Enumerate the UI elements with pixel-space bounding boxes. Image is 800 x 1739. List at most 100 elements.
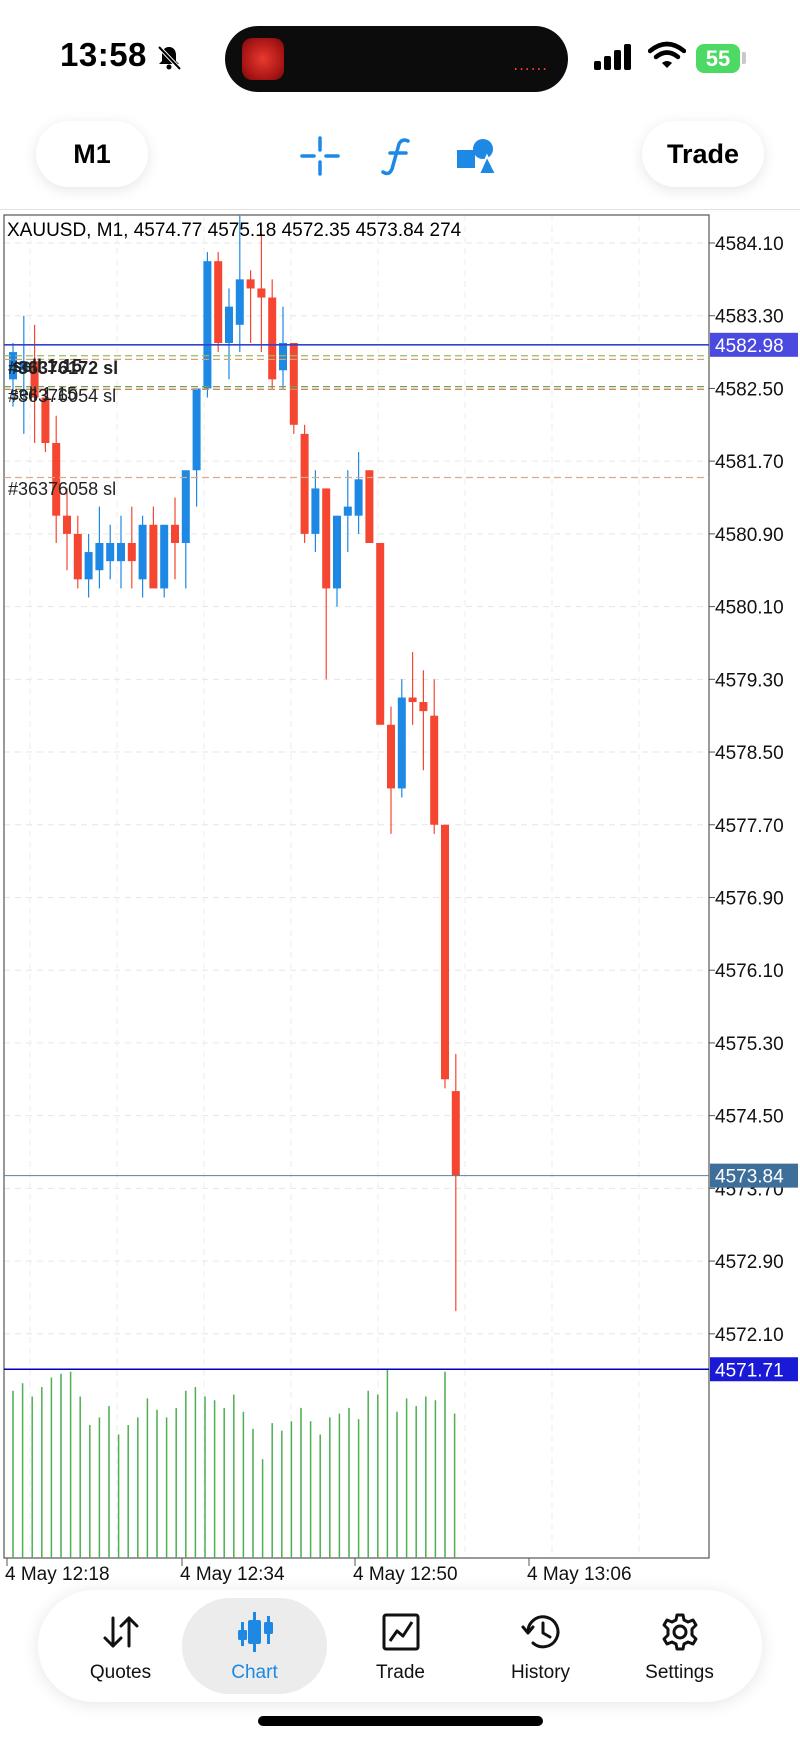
candle-body	[192, 388, 201, 471]
price-tick-label: 4576.10	[715, 961, 784, 982]
silent-bell-icon	[157, 45, 182, 71]
nav-label: History	[510, 1662, 571, 1683]
candle-body	[365, 470, 374, 543]
battery-indicator: 55	[696, 44, 740, 73]
nav-history[interactable]: History	[468, 1590, 613, 1702]
gear-icon	[660, 1612, 700, 1652]
candle-body	[397, 697, 406, 789]
nav-label: Settings	[645, 1662, 714, 1683]
candle-body	[451, 1091, 460, 1176]
candles	[9, 215, 460, 1312]
price-tick-label: 4581.70	[715, 452, 784, 473]
price-tick-label: 4582.50	[715, 379, 784, 400]
dynamic-island: ......	[225, 26, 568, 92]
candle-body	[225, 306, 233, 343]
time-tick-label: 4 May 12:34	[180, 1564, 285, 1585]
candle-body	[181, 470, 190, 543]
price-chart[interactable]: XAUUSD, M1, 4574.77 4575.18 4572.35 4573…	[0, 210, 800, 1590]
chart-plot-frame	[3, 214, 710, 1559]
nav-settings[interactable]: Settings	[607, 1590, 752, 1702]
nav-trade[interactable]: Trade	[328, 1590, 473, 1702]
candle-body	[63, 515, 71, 534]
island-indicator: ......	[513, 56, 548, 74]
price-tick-label: 4583.30	[715, 307, 784, 328]
bottom-nav: Quotes Chart Trade History Settings	[38, 1590, 762, 1702]
candle-body	[138, 524, 147, 580]
candle-body	[430, 715, 439, 825]
price-tick-label: 4574.50	[715, 1107, 784, 1128]
candle-body	[84, 552, 93, 580]
cellular-signal-icon	[594, 44, 631, 70]
candle-body	[408, 697, 417, 703]
time-tick-label: 4 May 13:06	[527, 1564, 632, 1585]
order-label: #36376058 sl	[8, 479, 116, 499]
candle-body	[441, 824, 449, 1080]
price-tick-label: 4580.10	[715, 598, 784, 619]
candle-body	[387, 724, 395, 789]
nav-chart[interactable]: Chart	[182, 1598, 327, 1694]
time-axis: 4 May 12:18 4 May 12:34 4 May 12:50 4 May 1…	[5, 1558, 632, 1585]
time-tick-label: 4 May 12:18	[5, 1564, 110, 1585]
price-badge-label: 4571.71	[715, 1360, 784, 1381]
chart-header: XAUUSD, M1, 4574.77 4575.18 4572.35 4573…	[7, 220, 462, 241]
price-tick-label: 4580.90	[715, 525, 784, 546]
chart-grid	[4, 215, 709, 1558]
candle-body	[246, 279, 255, 289]
candle-body	[203, 261, 212, 389]
home-indicator	[258, 1716, 543, 1726]
candle-body	[268, 297, 277, 380]
price-tick-label: 4579.30	[715, 670, 784, 691]
objects-icon[interactable]	[448, 128, 504, 184]
candle-body	[127, 542, 136, 562]
candle-body	[322, 488, 331, 589]
crosshair-icon[interactable]	[292, 128, 348, 184]
app-activity-icon	[242, 38, 284, 80]
order-label: sell 1.15	[10, 384, 77, 404]
candle-body	[354, 479, 363, 516]
price-axis: 4584.10 4583.30 4582.50 4581.70 4580.90 4580.…	[709, 234, 798, 1382]
candle-body	[149, 524, 158, 589]
candle-body	[300, 433, 309, 534]
price-badge-label: 4573.84	[715, 1167, 784, 1188]
order-label: sell 1.15	[12, 356, 82, 376]
candle-body	[257, 288, 266, 298]
price-tick-label: 4575.30	[715, 1034, 784, 1055]
candle-body	[311, 488, 320, 534]
candle-body	[106, 542, 115, 562]
quotes-arrows-icon	[101, 1612, 141, 1652]
candle-body	[376, 542, 385, 725]
price-tick-label: 4572.90	[715, 1252, 784, 1273]
timeframe-button[interactable]: M1	[36, 121, 148, 187]
nav-label: Trade	[376, 1662, 425, 1683]
battery-tip	[742, 52, 746, 64]
price-tick-label: 4572.10	[715, 1325, 784, 1346]
candle-body	[117, 542, 125, 562]
candle-body	[171, 524, 179, 543]
nav-label: Quotes	[89, 1662, 152, 1683]
status-time: 13:58	[60, 36, 147, 73]
trade-button[interactable]: Trade	[642, 121, 764, 187]
candle-body	[73, 533, 82, 580]
price-tick-label: 4578.50	[715, 743, 784, 764]
candle-body	[235, 279, 244, 325]
history-clock-icon	[520, 1612, 562, 1652]
price-tick-label: 4577.70	[715, 816, 784, 837]
candle-body	[214, 261, 223, 343]
volume-bars	[12, 1369, 456, 1558]
candle-body	[95, 542, 104, 571]
candles-icon	[237, 1612, 273, 1652]
time-tick-label: 4 May 12:50	[353, 1564, 458, 1585]
candle-body	[160, 524, 169, 589]
candle-body	[279, 342, 287, 371]
trade-chart-icon	[381, 1612, 421, 1652]
wifi-icon	[648, 41, 686, 68]
nav-quotes[interactable]: Quotes	[48, 1590, 193, 1702]
indicator-f-icon[interactable]	[370, 128, 426, 184]
candle-body	[343, 506, 352, 516]
nav-label: Chart	[231, 1662, 278, 1683]
price-badge-label: 4582.98	[715, 336, 784, 357]
price-tick-label: 4584.10	[715, 234, 784, 255]
price-tick-label: 4576.90	[715, 888, 784, 909]
candle-body	[333, 515, 341, 589]
candle-body	[419, 702, 428, 712]
